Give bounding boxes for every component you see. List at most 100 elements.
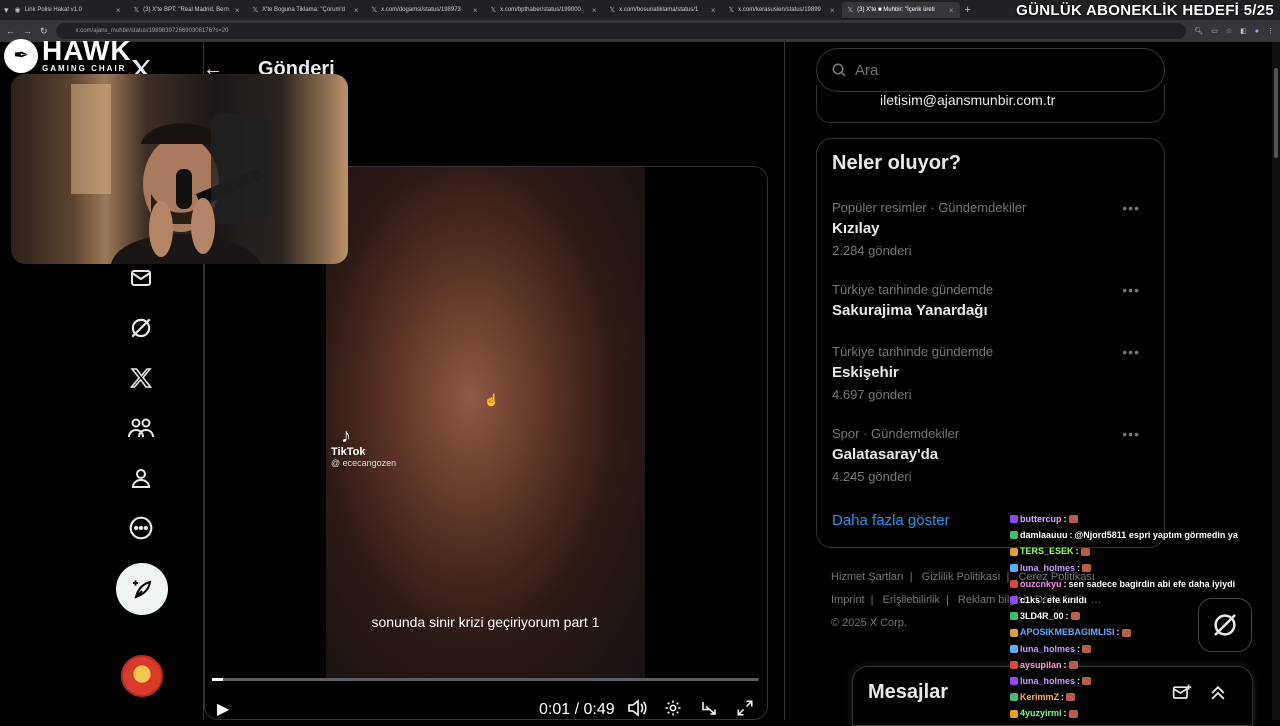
grok-icon[interactable]: [121, 308, 161, 348]
chat-emote-icon: [1082, 563, 1092, 572]
chat-badge-icon: [1010, 709, 1018, 718]
url-field[interactable]: x.com/ajans_muhbir/status/19898397266903…: [55, 23, 1187, 39]
trend-item[interactable]: Popüler resimler · Gündemdekiler Kızılay…: [832, 200, 1152, 258]
search-input[interactable]: Ara: [816, 48, 1165, 92]
profile-nav-icon[interactable]: [121, 458, 161, 498]
chat-badge-icon: [1010, 677, 1018, 686]
account-avatar[interactable]: [121, 655, 163, 697]
bookmark-star-icon[interactable]: ☆: [1226, 27, 1232, 35]
chat-username[interactable]: APOSIKMEBAGIMLISI: [1020, 624, 1115, 640]
chat-username[interactable]: luna_holmes: [1020, 560, 1075, 576]
more-options-icon[interactable]: •••: [1122, 200, 1140, 216]
more-options-icon[interactable]: •••: [1122, 426, 1140, 442]
trend-item[interactable]: Türkiye tarihinde gündemde Eskişehir 4.6…: [832, 344, 1152, 402]
chat-emote-icon: [1082, 644, 1092, 653]
page-scrollbar[interactable]: [1272, 42, 1280, 720]
video-frame[interactable]: [326, 167, 645, 680]
chat-separator: :: [1063, 514, 1067, 524]
close-tab-icon[interactable]: ×: [711, 6, 716, 15]
chat-badge-icon: [1010, 660, 1018, 669]
accessibility-link[interactable]: Erişilebilirlik: [883, 594, 940, 606]
premium-x-icon[interactable]: [121, 358, 161, 398]
chat-emote-icon: [1070, 612, 1080, 621]
x-favicon-icon: 𝕏: [371, 7, 378, 14]
chat-badge-icon: [1010, 579, 1018, 588]
compose-post-button[interactable]: [116, 563, 168, 615]
chat-badge-icon: [1010, 596, 1018, 605]
hawk-sponsor-logo: ✒ HAWK GAMING CHAIR: [4, 37, 132, 73]
chat-username[interactable]: ouzcnkyu: [1020, 576, 1062, 592]
chat-username[interactable]: damlaauuu: [1020, 527, 1068, 543]
chat-emote-icon: [1068, 515, 1078, 524]
imprint-link[interactable]: Imprint: [831, 594, 865, 606]
trend-item[interactable]: Türkiye tarihinde gündemde Sakurajima Ya…: [832, 282, 1152, 319]
chat-username[interactable]: luna_holmes: [1020, 673, 1075, 689]
browser-tab[interactable]: 𝕏x.com/kerasusien/status/19899 ×: [723, 2, 841, 18]
chat-username[interactable]: luna_holmes: [1020, 641, 1075, 657]
close-tab-icon[interactable]: ×: [949, 6, 954, 15]
extensions-icon[interactable]: ◧: [1240, 27, 1247, 35]
x-favicon-icon: 𝕏: [609, 7, 616, 14]
close-tab-icon[interactable]: ×: [354, 6, 359, 15]
menu-kebab-icon[interactable]: ⋮: [1267, 27, 1274, 35]
privacy-link[interactable]: Gizlilik Politikası: [922, 571, 1001, 583]
close-tab-icon[interactable]: ×: [235, 6, 240, 15]
fullscreen-icon[interactable]: [736, 699, 754, 722]
messages-icon[interactable]: [121, 258, 161, 298]
browser-tab-active[interactable]: 𝕏 (3) X'te ■ Muhbir: "İçerik üreti ×: [841, 2, 960, 18]
back-icon[interactable]: ←: [6, 26, 15, 36]
chat-badge-icon: [1010, 531, 1018, 540]
tab-search-icon[interactable]: ▾: [4, 5, 9, 16]
chat-badge-icon: [1010, 515, 1018, 524]
zoom-icon[interactable]: 🔍︎: [1194, 27, 1203, 35]
browser-tab[interactable]: 𝕏x.com/bpthaber/status/199000 ×: [485, 2, 603, 18]
video-caption: sonunda sinir krizi geçiriyorum part 1: [371, 614, 600, 630]
more-options-icon[interactable]: •••: [1122, 344, 1140, 360]
browser-tab[interactable]: 𝕏 X'te Boguna Tiklama: "Çorum'd ×: [247, 2, 365, 18]
chat-badge-icon: [1010, 547, 1018, 556]
chat-username[interactable]: 4yuzyirmi: [1020, 705, 1062, 721]
browser-tab[interactable]: 𝕏x.com/bosunatiklama/status/1 ×: [604, 2, 722, 18]
close-tab-icon[interactable]: ×: [473, 6, 478, 15]
tiktok-watermark: ♪ TikTok @ ececangozen: [331, 425, 397, 468]
close-tab-icon[interactable]: ×: [830, 6, 835, 15]
more-circle-icon[interactable]: [121, 508, 161, 548]
contact-email[interactable]: iletisim@ajansmunbir.com.tr: [880, 92, 1055, 108]
chat-message: 4yuzyirmi :: [1010, 705, 1275, 721]
chat-separator: :: [1069, 530, 1073, 541]
browser-tab[interactable]: ◉ Link Polisi Hakat v1.0 ×: [9, 2, 127, 18]
chat-username[interactable]: aysupilan: [1020, 657, 1062, 673]
chat-username[interactable]: TERS_ESEK: [1020, 543, 1074, 559]
picture-in-picture-icon[interactable]: [700, 699, 718, 722]
chat-emote-icon: [1082, 677, 1092, 686]
cast-icon[interactable]: ▭: [1211, 27, 1218, 35]
chat-badge-icon: [1010, 612, 1018, 621]
chat-username[interactable]: 3LD4R_00: [1020, 608, 1064, 624]
more-options-icon[interactable]: •••: [1122, 282, 1140, 298]
communities-icon[interactable]: [121, 408, 161, 448]
terms-link[interactable]: Hizmet Şartları: [831, 571, 904, 583]
trend-item[interactable]: Spor · Gündemdekiler Galatasaray'da 4.24…: [832, 426, 1152, 484]
play-icon[interactable]: ▶: [217, 699, 229, 719]
scrollbar-thumb[interactable]: [1274, 68, 1278, 158]
new-tab-icon[interactable]: +: [965, 4, 971, 16]
chat-badge-icon: [1010, 628, 1018, 637]
browser-tab[interactable]: 𝕏x.com/dogamsi/status/198973 ×: [366, 2, 484, 18]
chat-separator: :: [1063, 578, 1067, 589]
chat-username[interactable]: KerimmZ: [1020, 689, 1059, 705]
streamer-webcam: [11, 74, 348, 264]
volume-icon[interactable]: [627, 699, 647, 722]
settings-gear-icon[interactable]: [664, 699, 682, 722]
close-tab-icon[interactable]: ×: [592, 6, 597, 15]
video-progress-bar[interactable]: [212, 678, 759, 681]
chat-username[interactable]: buttercup: [1020, 511, 1062, 527]
chat-username[interactable]: c1ks: [1020, 592, 1040, 608]
chat-message: aysupilan :: [1010, 657, 1275, 673]
browser-tab[interactable]: 𝕏 (3) X'te BPT: "Real Madrid, Bern ×: [128, 2, 246, 18]
close-tab-icon[interactable]: ×: [116, 6, 121, 15]
forward-icon[interactable]: →: [23, 26, 32, 36]
profile-icon[interactable]: ●: [1255, 28, 1259, 35]
show-more-link[interactable]: Daha fazla göster: [832, 512, 950, 529]
chat-separator: :: [1077, 676, 1081, 687]
chat-separator: :: [1042, 595, 1046, 606]
